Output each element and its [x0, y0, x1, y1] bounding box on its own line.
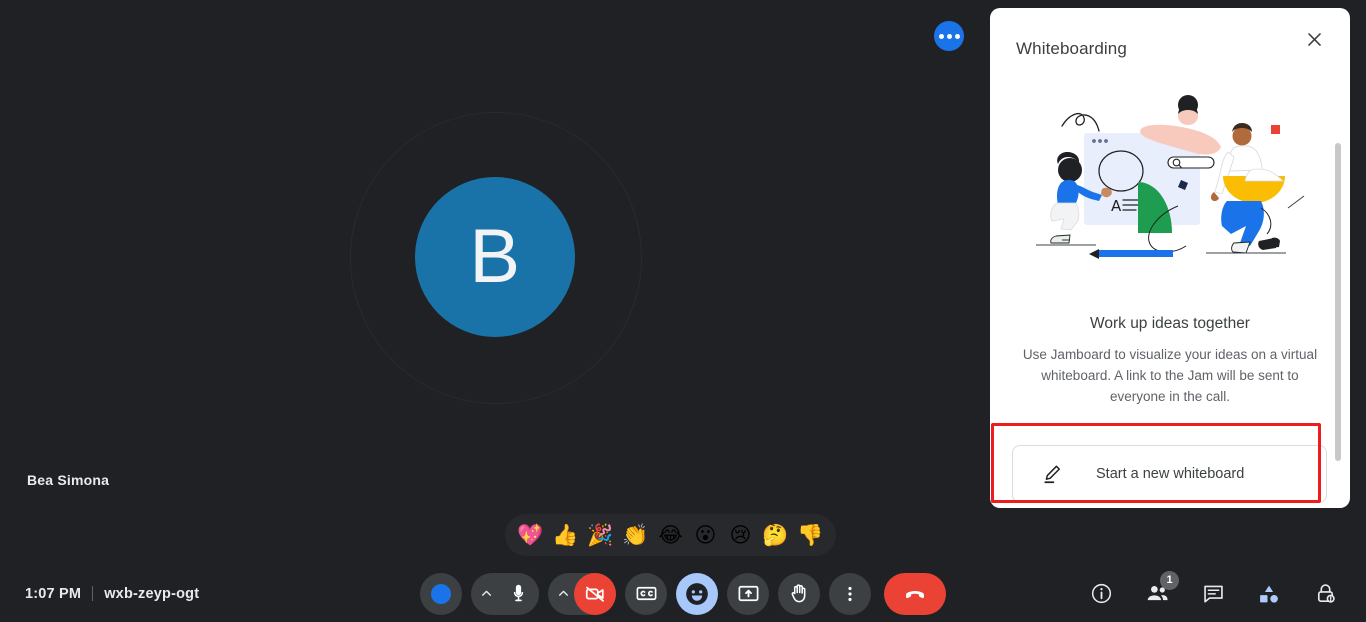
whiteboard-collaboration-illustration: A: [1018, 88, 1318, 288]
meet-app: B Bea Simona 💖 👍 🎉 👏 😂 😮 😢 🤔 👎 1:07 PM w…: [0, 0, 1366, 622]
reactions-bar: 💖 👍 🎉 👏 😂 😮 😢 🤔 👎: [505, 514, 836, 556]
reaction-crying-icon[interactable]: 😢: [727, 524, 754, 546]
profile-button[interactable]: [420, 572, 462, 615]
reaction-thinking-icon[interactable]: 🤔: [762, 524, 789, 546]
host-controls-button[interactable]: [1304, 573, 1346, 615]
panel-subtext: Use Jamboard to visualize your ideas on …: [1022, 347, 1318, 404]
svg-text:A: A: [1111, 197, 1122, 215]
panel-scrollbar-thumb[interactable]: [1335, 143, 1341, 461]
start-new-whiteboard-label: Start a new whiteboard: [1096, 466, 1245, 482]
meeting-time: 1:07 PM: [25, 585, 82, 602]
whiteboarding-panel: Whiteboarding A Work up ideas together U…: [990, 8, 1350, 508]
closed-captions-button[interactable]: [625, 572, 667, 615]
reaction-joy-icon[interactable]: 😂: [657, 524, 684, 546]
panel-title: Whiteboarding: [1016, 39, 1127, 58]
pen-draw-icon: [1041, 463, 1063, 485]
participant-name-label: Bea Simona: [27, 472, 110, 488]
reaction-party-popper-icon[interactable]: 🎉: [587, 524, 614, 546]
avatar-initial: B: [469, 214, 521, 299]
panel-body: A Work up ideas together Use Jamboard to…: [990, 70, 1350, 508]
chevron-up-icon[interactable]: [551, 587, 575, 600]
present-now-button[interactable]: [727, 572, 769, 615]
microphone-group[interactable]: [471, 572, 539, 615]
show-everyone-button[interactable]: 1: [1136, 570, 1179, 615]
meeting-details-button[interactable]: [1080, 573, 1122, 615]
avatar: B: [415, 177, 575, 337]
chevron-up-icon[interactable]: [474, 587, 498, 600]
bottom-bar: 1:07 PM wxb-zeyp-ogt 1: [0, 565, 1366, 622]
more-options-button[interactable]: [829, 572, 871, 615]
raise-hand-button[interactable]: [778, 572, 820, 615]
participant-count-badge: 1: [1160, 570, 1179, 590]
panel-header: Whiteboarding: [990, 8, 1350, 70]
call-controls: [420, 565, 946, 622]
reaction-thumbs-down-icon[interactable]: 👎: [797, 524, 824, 546]
meeting-info: 1:07 PM wxb-zeyp-ogt: [25, 565, 199, 622]
video-tile: B Bea Simona: [0, 0, 990, 565]
panel-scrollbar-track[interactable]: [1335, 76, 1346, 506]
start-new-whiteboard-button[interactable]: Start a new whiteboard: [1012, 445, 1327, 503]
divider: [92, 586, 94, 601]
reaction-open-mouth-icon[interactable]: 😮: [692, 524, 719, 546]
microphone-button[interactable]: [497, 572, 539, 615]
meeting-code: wxb-zeyp-ogt: [104, 585, 200, 602]
more-horizontal-icon[interactable]: [934, 21, 964, 51]
reaction-clapping-hands-icon[interactable]: 👏: [622, 524, 649, 546]
camera-group[interactable]: [548, 572, 616, 615]
leave-call-button[interactable]: [884, 572, 946, 615]
panel-headline: Work up ideas together: [1090, 315, 1250, 332]
camera-off-button[interactable]: [574, 572, 616, 615]
reaction-sparkling-heart-icon[interactable]: 💖: [517, 524, 544, 546]
reaction-thumbs-up-icon[interactable]: 👍: [552, 524, 579, 546]
activities-button[interactable]: [1248, 573, 1290, 615]
send-reaction-button[interactable]: [676, 572, 718, 615]
close-icon[interactable]: [1300, 25, 1328, 53]
chat-button[interactable]: [1192, 573, 1234, 615]
blue-dot-icon: [431, 583, 451, 604]
right-controls: 1: [1080, 565, 1346, 622]
